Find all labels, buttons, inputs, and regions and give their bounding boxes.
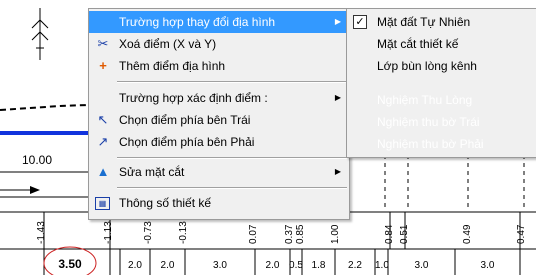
menu-item-edit-section[interactable]: ▲ Sửa mặt cắt ▶	[89, 161, 349, 183]
level-label: 10.00	[22, 153, 53, 167]
station-label: 0.47	[516, 224, 527, 244]
submenu-arrow-icon: ▶	[334, 17, 341, 26]
distance-cell: 1.8	[311, 260, 326, 271]
distance-cell: 2.2	[348, 260, 362, 271]
survey-marker-icon	[31, 8, 49, 60]
menu-item-select-left[interactable]: ↖ Chọn điểm phía bên Trái	[89, 109, 349, 131]
menu-separator	[117, 157, 347, 159]
ground-line	[0, 104, 89, 111]
station-label: 0.84	[384, 224, 395, 244]
submenu-item-mud-layer[interactable]: Lớp bùn lòng kênh	[347, 55, 536, 77]
submenu-arrow-icon: ▶	[334, 167, 341, 176]
station-label: 0.85	[295, 224, 306, 244]
distance-cell: 2.0	[160, 260, 175, 271]
checkbox-checked-icon: ✓	[353, 15, 367, 29]
menu-separator	[117, 81, 347, 83]
select-right-icon: ↗	[97, 134, 109, 149]
edit-section-icon: ▲	[96, 164, 110, 179]
station-label: -1.43	[36, 221, 47, 244]
submenu-item-accept-bed: Nghiệm Thu Lòng	[377, 93, 473, 107]
distance-cell: 3.50	[58, 257, 82, 271]
distance-cell: 3.0	[414, 260, 429, 271]
station-label: 0.37	[284, 224, 295, 244]
terrain-submenu: ✓ Mặt đất Tự Nhiên Mặt cắt thiết kế Lớp …	[346, 8, 536, 158]
add-point-icon: +	[99, 58, 107, 73]
station-label: 0.07	[248, 224, 259, 244]
distance-cell: 3.0	[480, 260, 495, 271]
station-label: -1.13	[103, 221, 114, 244]
station-label: 1.00	[330, 224, 341, 244]
menu-item-select-right[interactable]: ↗ Chọn điểm phía bên Phải	[89, 131, 349, 153]
design-params-icon: ▦	[95, 197, 110, 210]
delete-point-icon: ✂	[97, 36, 109, 51]
distance-cell: 2.0	[128, 260, 142, 271]
menu-item-point-mode[interactable]: Trường hợp xác định điểm : ▶	[89, 87, 349, 109]
submenu-item-design-section[interactable]: Mặt cắt thiết kế	[347, 33, 536, 55]
distance-cell: 3.0	[213, 260, 227, 271]
menu-item-terrain-change[interactable]: Trường hợp thay đổi địa hình ▶	[89, 11, 349, 33]
menu-item-add-point[interactable]: + Thêm điểm địa hình	[89, 55, 349, 77]
station-label: 0.49	[462, 224, 473, 244]
station-label: -0.73	[143, 221, 154, 244]
submenu-arrow-icon: ▶	[334, 93, 341, 102]
menu-item-design-params[interactable]: ▦ Thông số thiết kế	[89, 192, 349, 214]
menu-item-delete-point[interactable]: ✂ Xoá điểm (X và Y)	[89, 33, 349, 55]
distance-cell: 2.0	[265, 260, 280, 271]
submenu-item-accept-left-bank: Nghiệm thu bờ Trái	[377, 115, 480, 129]
context-menu: Trường hợp thay đổi địa hình ▶ ✂ Xoá điể…	[88, 8, 350, 220]
select-left-icon: ↖	[97, 112, 109, 127]
station-label: 0.51	[399, 224, 410, 244]
submenu-item-natural-ground[interactable]: ✓ Mặt đất Tự Nhiên	[347, 11, 536, 33]
station-label: -0.13	[178, 221, 189, 244]
distance-cell: 1.0	[375, 260, 389, 271]
submenu-item-accept-right-bank: Nghiệm thu bờ Phải	[377, 137, 484, 151]
menu-separator	[117, 187, 347, 189]
